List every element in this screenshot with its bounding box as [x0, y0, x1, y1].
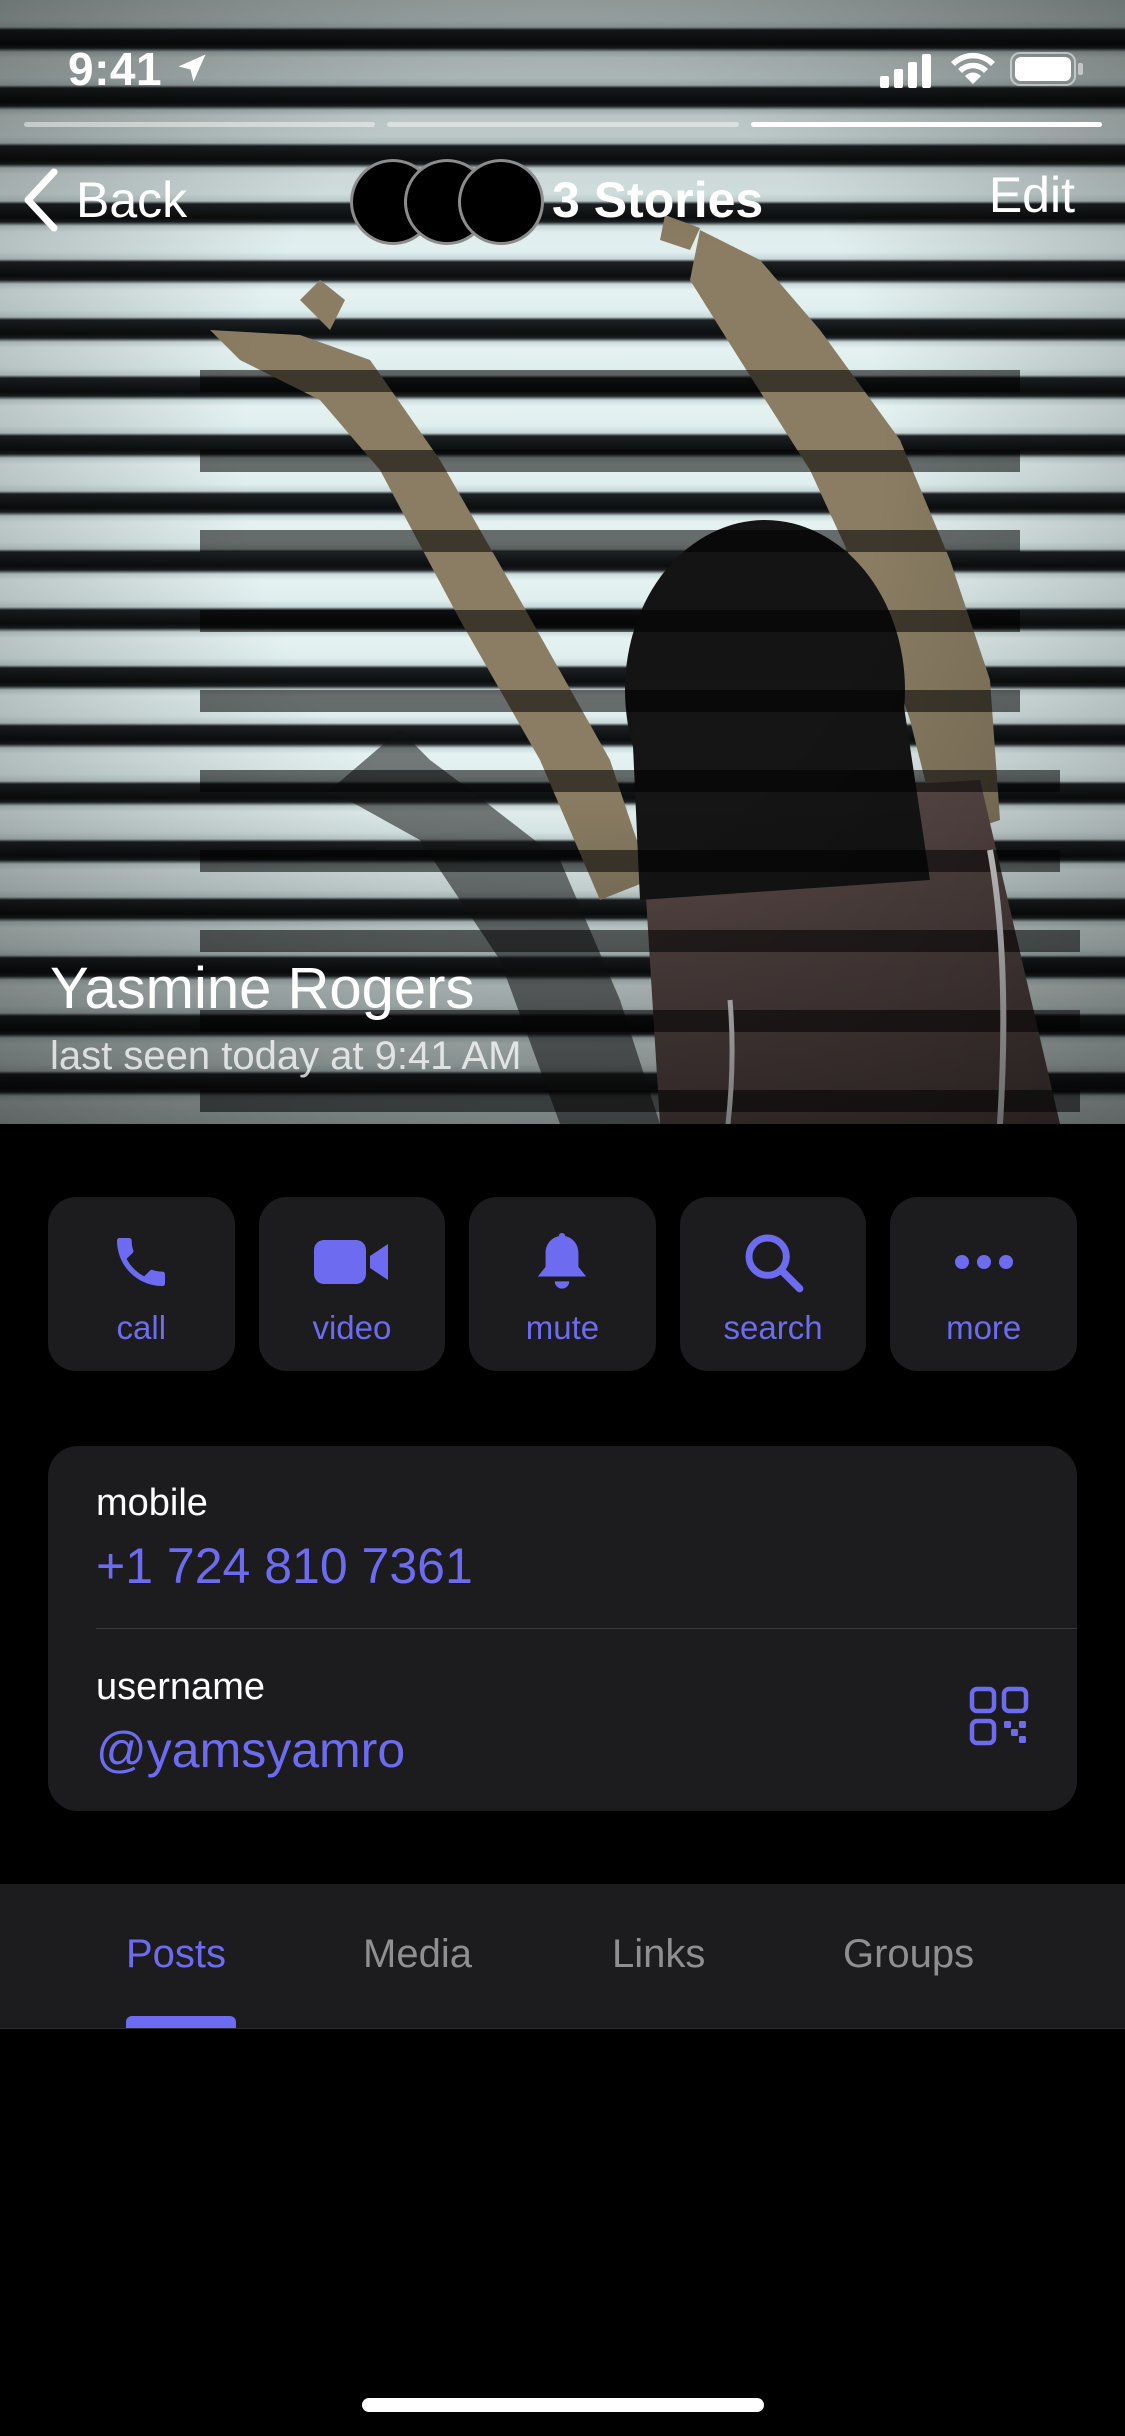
edit-button[interactable]: Edit [989, 166, 1075, 224]
tab-media[interactable]: Media [363, 1932, 472, 1977]
call-label: call [116, 1309, 167, 1346]
contact-info-card: mobile +1 724 810 7361 username @yamsyam… [48, 1446, 1077, 1811]
search-icon [745, 1234, 804, 1293]
tab-links[interactable]: Links [612, 1932, 705, 1977]
stories-label: 3 Stories [552, 172, 764, 228]
profile-name: Yasmine Rogers [50, 956, 475, 1021]
status-bar: 9:41 [0, 0, 1125, 140]
more-dots-icon [954, 1255, 1013, 1269]
phone-icon [117, 1238, 166, 1286]
mobile-label: mobile [96, 1482, 208, 1524]
story-segment [387, 122, 739, 127]
story-avatars [350, 156, 544, 245]
avatar [458, 159, 544, 245]
wifi-icon [951, 52, 995, 84]
cellular-signal-icon [880, 54, 931, 88]
tab-posts[interactable]: Posts [126, 1932, 226, 1977]
username-label: username [96, 1666, 265, 1708]
mobile-number[interactable]: +1 724 810 7361 [96, 1537, 1077, 1595]
profile-photo[interactable]: 9:41 Back 3 Stories Edit Yasmine Rogers … [0, 0, 1125, 1124]
search-button[interactable]: search [679, 1197, 867, 1371]
bell-icon [538, 1233, 587, 1289]
last-seen-status: last seen today at 9:41 AM [50, 1034, 522, 1078]
qr-code-icon[interactable] [969, 1686, 1029, 1746]
video-camera-icon [313, 1240, 388, 1284]
more-button[interactable]: more [890, 1197, 1077, 1371]
home-indicator[interactable] [362, 2398, 764, 2412]
chevron-left-icon [24, 168, 58, 232]
search-label: search [723, 1309, 823, 1346]
mute-button[interactable]: mute [469, 1197, 656, 1371]
back-label: Back [76, 172, 188, 228]
story-progress-bar [24, 122, 1102, 128]
action-buttons: call video mute search more [48, 1197, 1077, 1371]
divider [96, 1628, 1077, 1629]
tab-groups[interactable]: Groups [843, 1932, 974, 1977]
status-time: 9:41 [68, 43, 163, 95]
mobile-row[interactable]: mobile +1 724 810 7361 [96, 1482, 1077, 1595]
location-arrow-icon [178, 54, 206, 82]
story-segment-active [750, 122, 1102, 127]
username-value[interactable]: @yamsyamro [96, 1721, 1077, 1779]
story-segment [24, 122, 376, 127]
more-label: more [946, 1309, 1022, 1346]
mute-label: mute [525, 1309, 600, 1346]
profile-tabs: Posts Media Links Groups [0, 1884, 1125, 2029]
video-button[interactable]: video [258, 1197, 446, 1371]
back-button[interactable]: Back [22, 160, 187, 240]
stories-button[interactable]: 3 Stories [350, 156, 764, 245]
username-row[interactable]: username @yamsyamro [96, 1666, 1077, 1779]
call-button[interactable]: call [48, 1197, 235, 1371]
tab-active-indicator [126, 2016, 236, 2028]
battery-icon [1010, 52, 1083, 86]
video-label: video [312, 1309, 392, 1346]
